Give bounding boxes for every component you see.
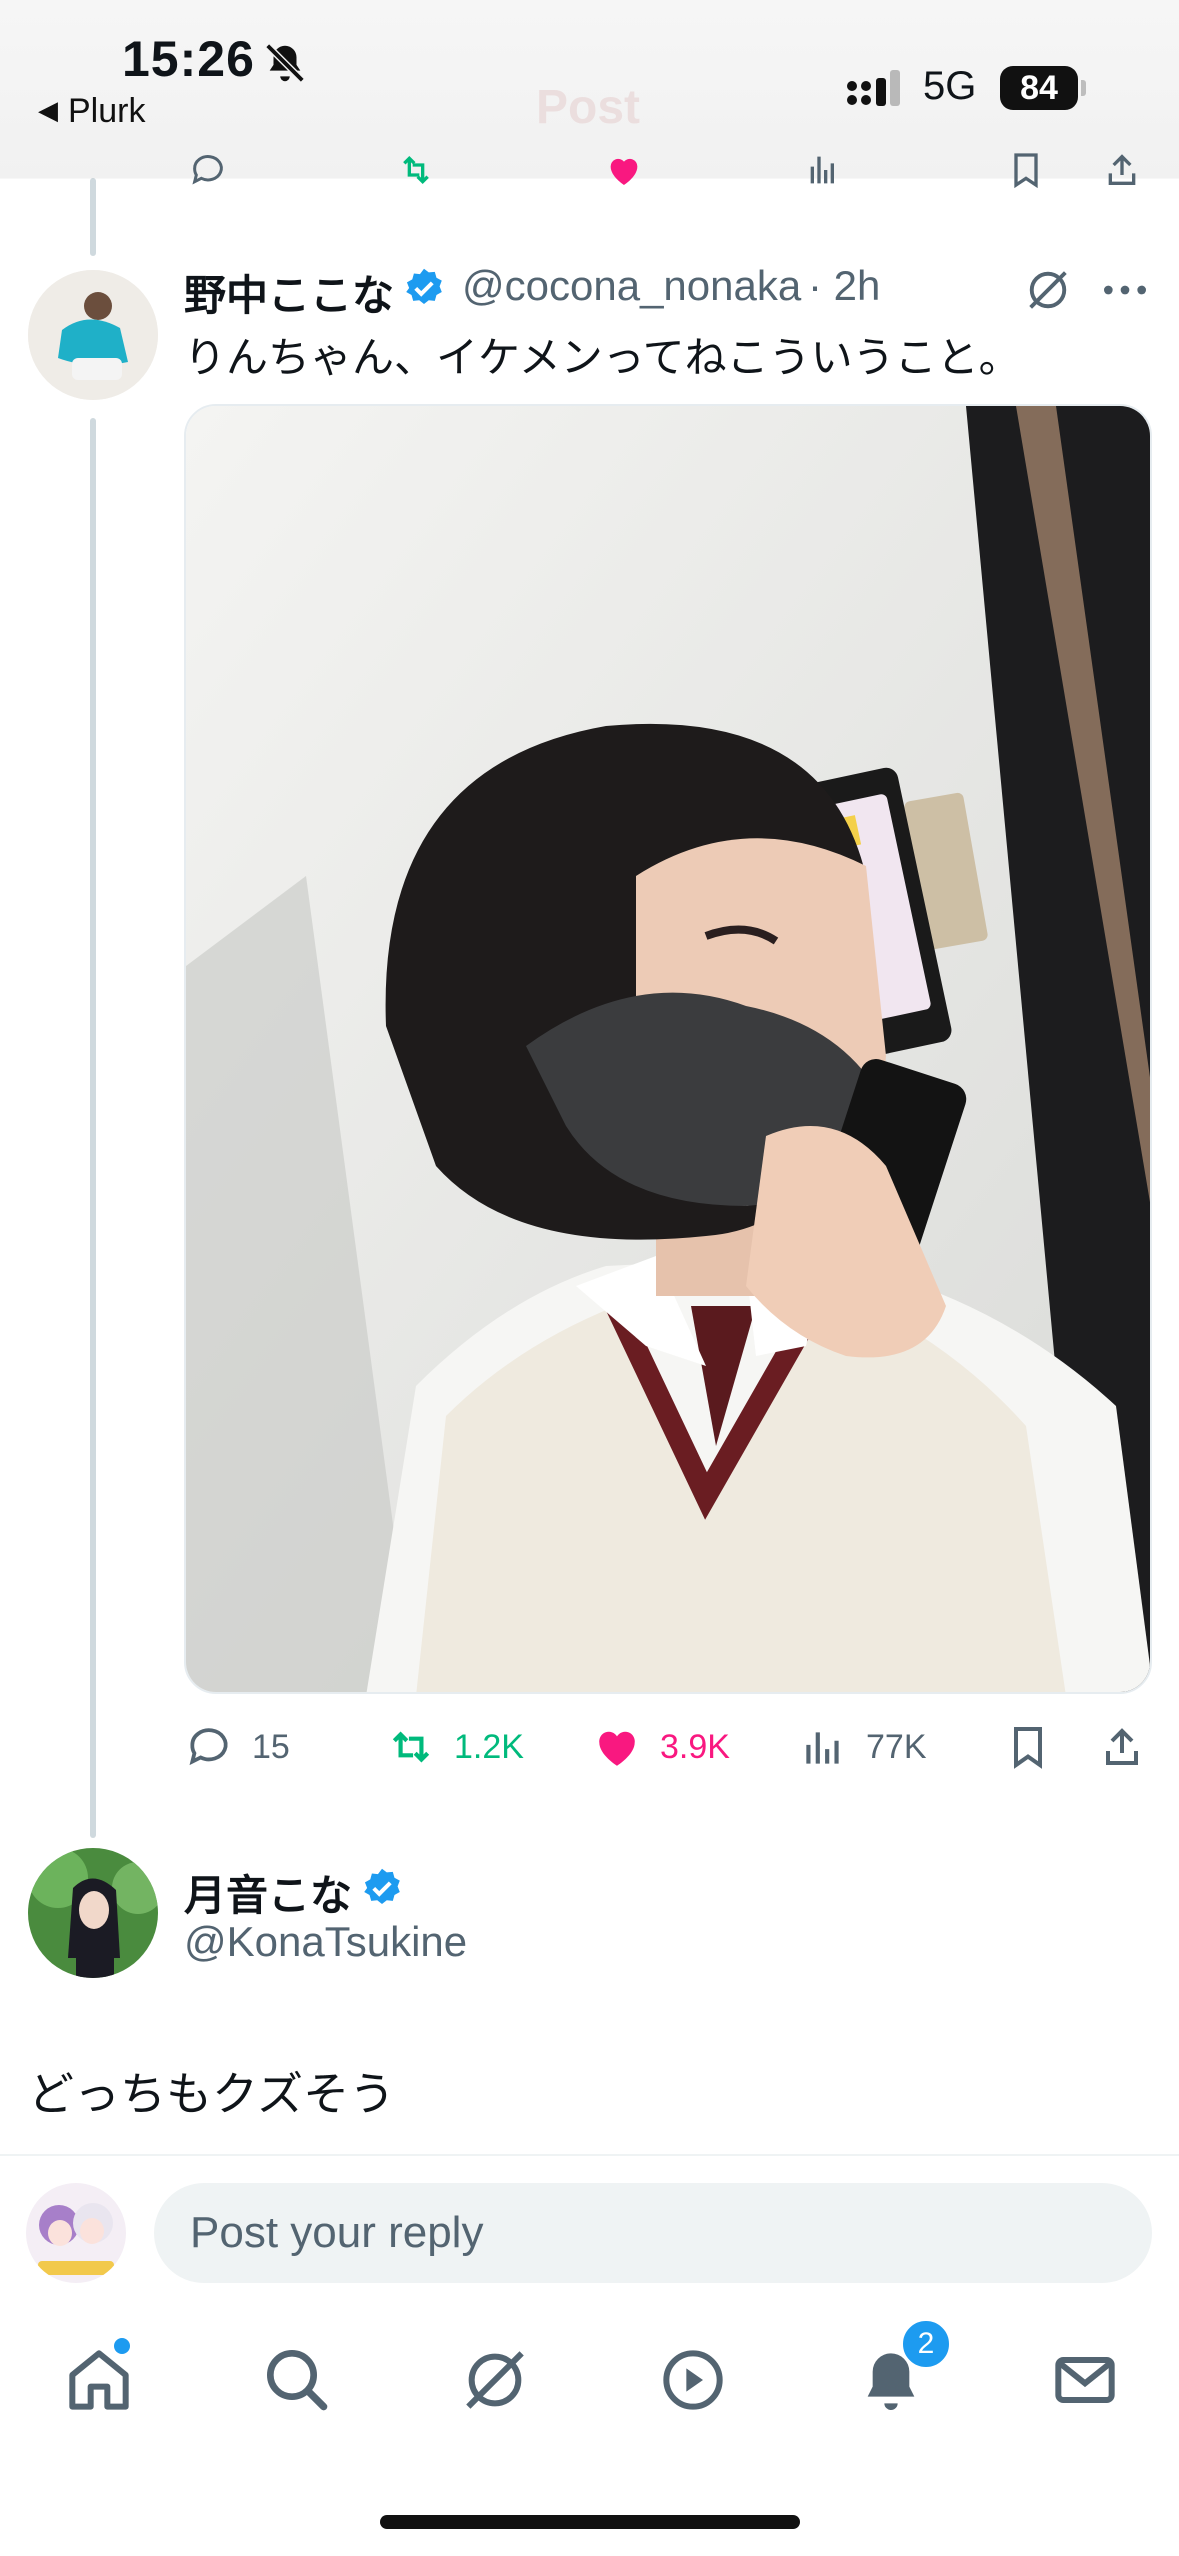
bookmark-icon[interactable] [1004, 1722, 1052, 1772]
author-avatar[interactable] [28, 270, 158, 400]
like-icon [599, 1731, 635, 1766]
grok-icon [466, 2351, 524, 2409]
author-handle[interactable]: @cocona_nonaka [462, 262, 801, 310]
verified-badge-icon [406, 268, 442, 304]
reply-author-handle[interactable]: @KonaTsukine [184, 1918, 467, 1966]
views-action[interactable]: 77K [798, 1722, 927, 1772]
reply-avatar-image [28, 1848, 158, 1978]
notification-badge: 2 [900, 2318, 952, 2370]
share-icon[interactable] [1100, 150, 1144, 190]
verified-badge-icon [364, 1868, 400, 1904]
like-count: 3.9K [660, 1727, 730, 1766]
back-app-label: Plurk [68, 92, 146, 130]
search-icon [267, 2350, 328, 2411]
network-type: 5G [923, 64, 977, 108]
battery-nub [1081, 80, 1086, 96]
tabbar-divider [0, 2318, 1179, 2320]
signal-icon [847, 70, 900, 106]
thread-line-top [90, 178, 96, 256]
tab-messages[interactable] [1040, 2340, 1130, 2420]
composer-divider [0, 2154, 1179, 2156]
tab-home[interactable] [54, 2338, 144, 2420]
reply-icon [189, 1728, 228, 1766]
views-icon[interactable] [800, 150, 848, 190]
my-avatar-image [26, 2183, 126, 2283]
reply-input[interactable]: Post your reply [154, 2183, 1152, 2283]
repost-icon[interactable] [392, 150, 440, 190]
battery-level: 84 [1020, 68, 1058, 107]
tab-search[interactable] [252, 2340, 342, 2420]
battery-indicator: 84 [1000, 66, 1078, 110]
bookmark-icon[interactable] [1004, 150, 1048, 190]
repost-icon [392, 1731, 430, 1763]
bell-off-icon [265, 43, 305, 83]
more-options-icon[interactable] [1100, 270, 1150, 310]
reply-author-avatar[interactable] [28, 1848, 158, 1978]
tweet-text: りんちゃん、イケメンってねこういうこと。 [184, 334, 1021, 381]
reply-action[interactable]: 15 [184, 1722, 290, 1772]
tab-video[interactable] [648, 2340, 738, 2420]
tweet-media-photo[interactable] [184, 404, 1152, 1694]
reply-text: どっちもクズそう [28, 2068, 396, 2120]
views-icon [806, 1732, 839, 1764]
photo-image [186, 406, 1150, 1692]
views-count: 77K [866, 1727, 927, 1766]
like-icon[interactable] [600, 150, 648, 190]
home-icon [69, 2350, 129, 2410]
reply-icon[interactable] [184, 150, 232, 190]
back-arrow-icon: ◀ [38, 95, 58, 125]
home-unread-dot [114, 2338, 130, 2354]
grok-icon[interactable] [1022, 264, 1074, 316]
share-icon[interactable] [1098, 1722, 1146, 1772]
tab-grok[interactable] [450, 2340, 540, 2420]
repost-action[interactable]: 1.2K [386, 1722, 524, 1772]
clock: 15:26 [122, 31, 255, 87]
author-avatar-image [28, 270, 158, 400]
like-action[interactable]: 3.9K [592, 1722, 730, 1772]
envelope-icon [1055, 2357, 1115, 2403]
reply-author-name[interactable]: 月音こな [184, 1862, 352, 1923]
header-title: Post [536, 81, 641, 134]
author-name[interactable]: 野中ここな [184, 262, 394, 323]
reply-count: 15 [252, 1727, 290, 1766]
thread-line-main [90, 418, 96, 1838]
my-avatar[interactable] [26, 2183, 126, 2283]
reply-placeholder: Post your reply [190, 2208, 484, 2257]
play-icon [663, 2350, 723, 2410]
tweet-timestamp[interactable]: · 2h [808, 262, 880, 310]
status-bar: Post 15:26 ◀ Plurk 5G 84 [0, 0, 1179, 189]
tab-notifications[interactable]: 2 [846, 2318, 952, 2420]
home-indicator [380, 2515, 800, 2529]
repost-count: 1.2K [454, 1727, 524, 1766]
back-to-app-link[interactable]: ◀ Plurk [38, 92, 145, 131]
